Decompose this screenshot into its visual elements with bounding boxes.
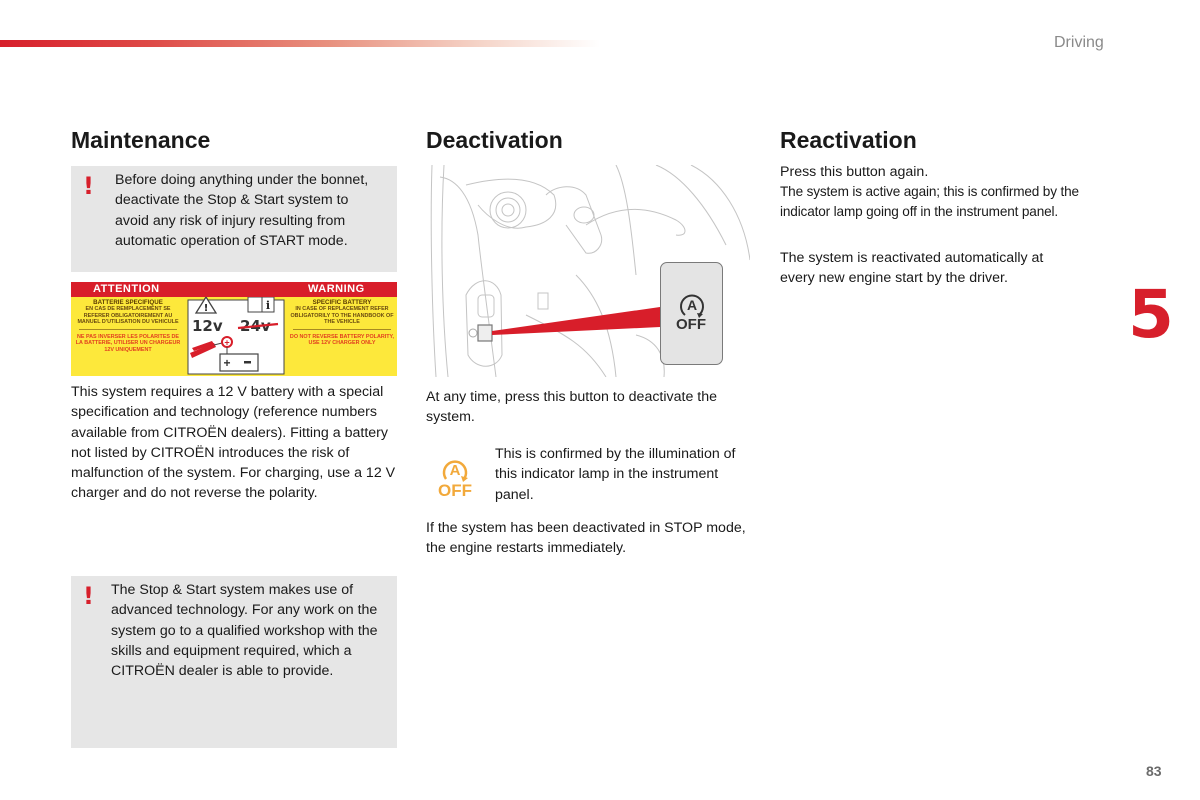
svg-text:+: + xyxy=(224,338,229,348)
warning-exclamation-icon: ! xyxy=(83,172,94,200)
indicator-lamp-icon: A OFF xyxy=(434,456,476,502)
label-divider xyxy=(293,329,391,331)
deactivation-heading: Deactivation xyxy=(426,127,563,153)
lamp-confirmation-text: This is confirmed by the illumination of… xyxy=(495,446,736,503)
reactivation-press-text: Press this button again. xyxy=(780,164,929,180)
deactivation-instruction: At any time, press this button to deacti… xyxy=(426,389,718,426)
reactivation-confirm-text: The system is active again; this is conf… xyxy=(780,184,1079,219)
svg-text:!: ! xyxy=(204,303,209,314)
reactivation-heading: Reactivation xyxy=(780,127,917,153)
stop-start-off-button[interactable]: A OFF xyxy=(660,262,723,365)
label-12v: 12v xyxy=(192,317,223,335)
warning-text: Before doing anything under the bonnet, … xyxy=(115,172,369,249)
svg-text:A: A xyxy=(687,297,697,313)
dashboard-illustration: A OFF xyxy=(426,164,751,378)
stop-mode-note: If the system has been deactivated in ST… xyxy=(426,520,746,557)
svg-text:A: A xyxy=(450,462,461,479)
svg-text:+: + xyxy=(223,356,230,370)
warning-note-workshop: ! The Stop & Start system makes use of a… xyxy=(71,576,397,748)
warning-note-bonnet: ! Before doing anything under the bonnet… xyxy=(71,166,397,272)
header-accent-bar xyxy=(0,40,600,47)
label-right-warning: DO NOT REVERSE BATTERY POLARITY, USE 12V… xyxy=(289,334,395,347)
label-right-body: IN CASE OF REPLACEMENT REFER OBLIGATORIL… xyxy=(290,306,394,325)
lamp-off-text: OFF xyxy=(438,481,472,500)
label-left-column: BATTERIE SPECIFIQUE EN CAS DE REMPLACEME… xyxy=(73,299,183,353)
button-off-text: OFF xyxy=(676,316,706,333)
label-left-warning: NE PAS INVERSER LES POLARITES DE LA BATT… xyxy=(75,334,181,353)
battery-requirement-text: This system requires a 12 V battery with… xyxy=(71,384,396,502)
manual-info-icon: i xyxy=(247,297,275,313)
label-divider xyxy=(79,329,177,331)
battery-icon: + xyxy=(219,353,259,372)
battery-warning-label: ATTENTION WARNING BATTERIE SPECIFIQUE EN… xyxy=(71,282,397,376)
maintenance-heading: Maintenance xyxy=(71,127,211,153)
chapter-number: 5 xyxy=(1128,276,1174,353)
label-right-column: SPECIFIC BATTERY IN CASE OF REPLACEMENT … xyxy=(287,299,397,347)
label-attention: ATTENTION xyxy=(93,283,160,295)
warning-text: The Stop & Start system makes use of adv… xyxy=(111,582,378,680)
callout-pointer xyxy=(492,307,660,335)
battery-pictogram: ! i 12v 24v + + xyxy=(187,297,285,375)
label-left-body: EN CAS DE REMPLACEMENT SE REFERER OBLIGA… xyxy=(77,306,179,325)
warning-exclamation-icon: ! xyxy=(83,582,94,610)
svg-text:i: i xyxy=(266,299,270,312)
page-number: 83 xyxy=(1146,763,1162,779)
label-warning: WARNING xyxy=(308,283,365,295)
section-label: Driving xyxy=(1054,34,1104,51)
reactivation-auto-text: The system is reactivated automatically … xyxy=(780,250,1044,287)
